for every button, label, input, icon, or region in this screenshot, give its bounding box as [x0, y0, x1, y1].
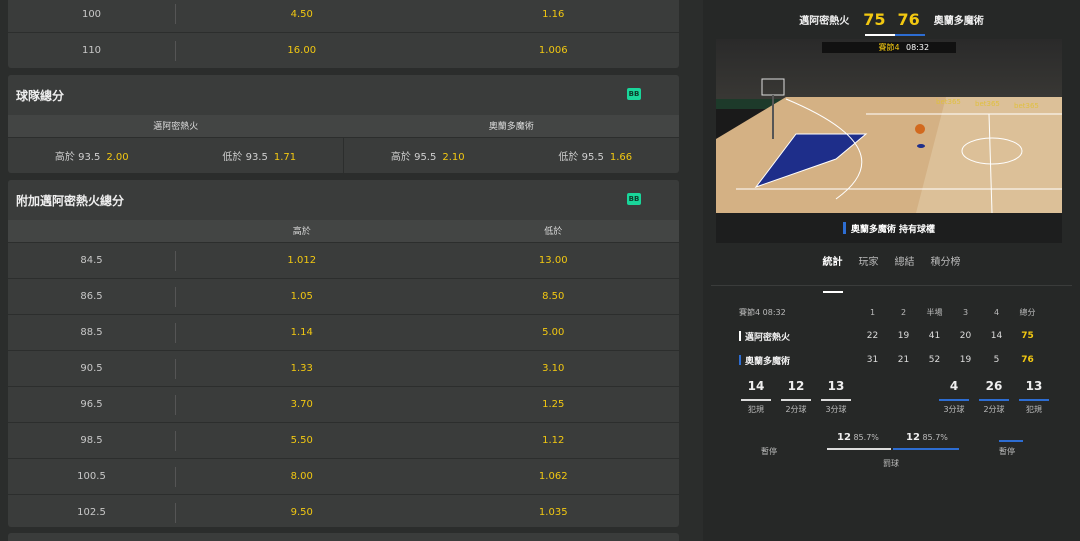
team-stats: 14 犯規 12 2分球 13 3分球 4 3分球 26 2分球 13 犯規 [703, 375, 1080, 435]
away-score: 76 [897, 9, 920, 29]
odds-under[interactable]: 1.25 [428, 399, 680, 410]
odds-under[interactable]: 1.006 [428, 45, 680, 56]
odds-over[interactable]: 1.14 [176, 327, 428, 338]
odds-over[interactable]: 1.012 [176, 255, 428, 266]
home-score: 75 [863, 9, 886, 29]
match-header: 邁阿密熱火 75 76 奧蘭多魔術 [703, 0, 1080, 38]
team-totals-header[interactable]: 球隊總分 BB [8, 75, 679, 115]
table-row: 奧蘭多魔術 31 21 52 19 5 76 [739, 348, 1059, 372]
team-totals-panel: 球隊總分 BB 邁阿密熱火 奧蘭多魔術 高於 93.5 2.00 低於 93.5 1… [8, 75, 679, 173]
alt-totals-panel: 附加邁阿密熱火總分 BB 高於 低於 84.5 1.012 13.00 86.5 1.0… [8, 180, 679, 527]
panel-title: 附加邁阿密熱火總分 [16, 193, 125, 208]
table-row: 98.5 5.50 1.12 [8, 422, 679, 458]
column-header-under: 低於 [544, 226, 563, 237]
odds-under[interactable]: 1.16 [428, 9, 680, 20]
team-total-option[interactable]: 低於 93.5 1.71 [176, 148, 344, 163]
svg-text:bet365: bet365 [975, 100, 1000, 108]
tab-stats[interactable]: 統計 [815, 252, 851, 293]
odds-over[interactable]: 1.05 [176, 291, 428, 302]
scoreboard-table: 賽節4 08:32 1 2 半場 3 4 總分 邁阿密熱火 22 19 41 2… [739, 300, 1059, 372]
tab-standings[interactable]: 積分榜 [923, 252, 969, 284]
odds-under[interactable]: 1.12 [428, 435, 680, 446]
odds-under[interactable]: 1.062 [428, 471, 680, 482]
table-row: 84.5 1.012 13.00 [8, 242, 679, 278]
team-total-option[interactable]: 高於 95.5 2.10 [344, 148, 512, 163]
odds-over[interactable]: 5.50 [176, 435, 428, 446]
alt-totals-header[interactable]: 附加邁阿密熱火總分 BB [8, 180, 679, 220]
odds-over[interactable]: 8.00 [176, 471, 428, 482]
column-header-over: 高於 [292, 226, 311, 237]
odds-under[interactable]: 13.00 [428, 255, 680, 266]
table-row: 96.5 3.70 1.25 [8, 386, 679, 422]
table-row: 100.5 8.00 1.062 [8, 458, 679, 494]
odds-over[interactable]: 9.50 [176, 507, 428, 518]
markets-column: 100 4.50 1.16 110 16.00 1.006 球隊總分 BB 邁阿… [0, 0, 703, 541]
odds-under[interactable]: 8.50 [428, 291, 680, 302]
tab-summary[interactable]: 總結 [887, 252, 923, 284]
table-row: 88.5 1.14 5.00 [8, 314, 679, 350]
court-visualization: 賽節4 08:32 bet365 bet365 bet365 [716, 39, 1062, 213]
svg-text:bet365: bet365 [936, 98, 961, 106]
odds-over[interactable]: 4.50 [176, 9, 428, 20]
team-total-option[interactable]: 低於 95.5 1.66 [512, 148, 680, 163]
table-row: 102.5 9.50 1.035 [8, 494, 679, 527]
free-throws: 暫停 暫停 12 85.7% 12 85.7% 罰球 [703, 430, 1080, 470]
table-row: 86.5 1.05 8.50 [8, 278, 679, 314]
bet-builder-badge: BB [627, 88, 641, 100]
team-name: 奧蘭多魔術 [488, 121, 534, 132]
team-total-option[interactable]: 高於 93.5 2.00 [8, 148, 176, 163]
court-clock: 賽節4 [878, 42, 899, 52]
court-clock-time: 08:32 [906, 43, 929, 52]
total-points-table: 100 4.50 1.16 110 16.00 1.006 [8, 0, 679, 68]
tab-players[interactable]: 玩家 [851, 252, 887, 284]
odds-under[interactable]: 5.00 [428, 327, 680, 338]
table-row: 90.5 1.33 3.10 [8, 350, 679, 386]
stats-tabs: 統計 玩家 總結 積分榜 [703, 252, 1080, 293]
odds-over[interactable]: 3.70 [176, 399, 428, 410]
team-name: 邁阿密熱火 [153, 121, 199, 132]
away-team: 奧蘭多魔術 [933, 15, 984, 27]
table-row: 110 16.00 1.006 [8, 32, 679, 68]
table-row: 100 4.50 1.16 [8, 0, 679, 32]
odds-under[interactable]: 3.10 [428, 363, 680, 374]
svg-text:bet365: bet365 [1014, 102, 1039, 110]
odds-under[interactable]: 1.035 [428, 507, 680, 518]
table-row: 邁阿密熱火 22 19 41 20 14 75 [739, 324, 1059, 348]
panel-title: 球隊總分 [16, 88, 65, 103]
odds-over[interactable]: 16.00 [176, 45, 428, 56]
possession-indicator: 奧蘭多魔術 持有球權 [716, 213, 1062, 243]
odds-over[interactable]: 1.33 [176, 363, 428, 374]
bet-builder-badge: BB [627, 193, 641, 205]
match-panel: 邁阿密熱火 75 76 奧蘭多魔術 賽節4 08:32 bet365 bet36… [703, 0, 1080, 541]
home-team: 邁阿密熱火 [799, 15, 850, 27]
